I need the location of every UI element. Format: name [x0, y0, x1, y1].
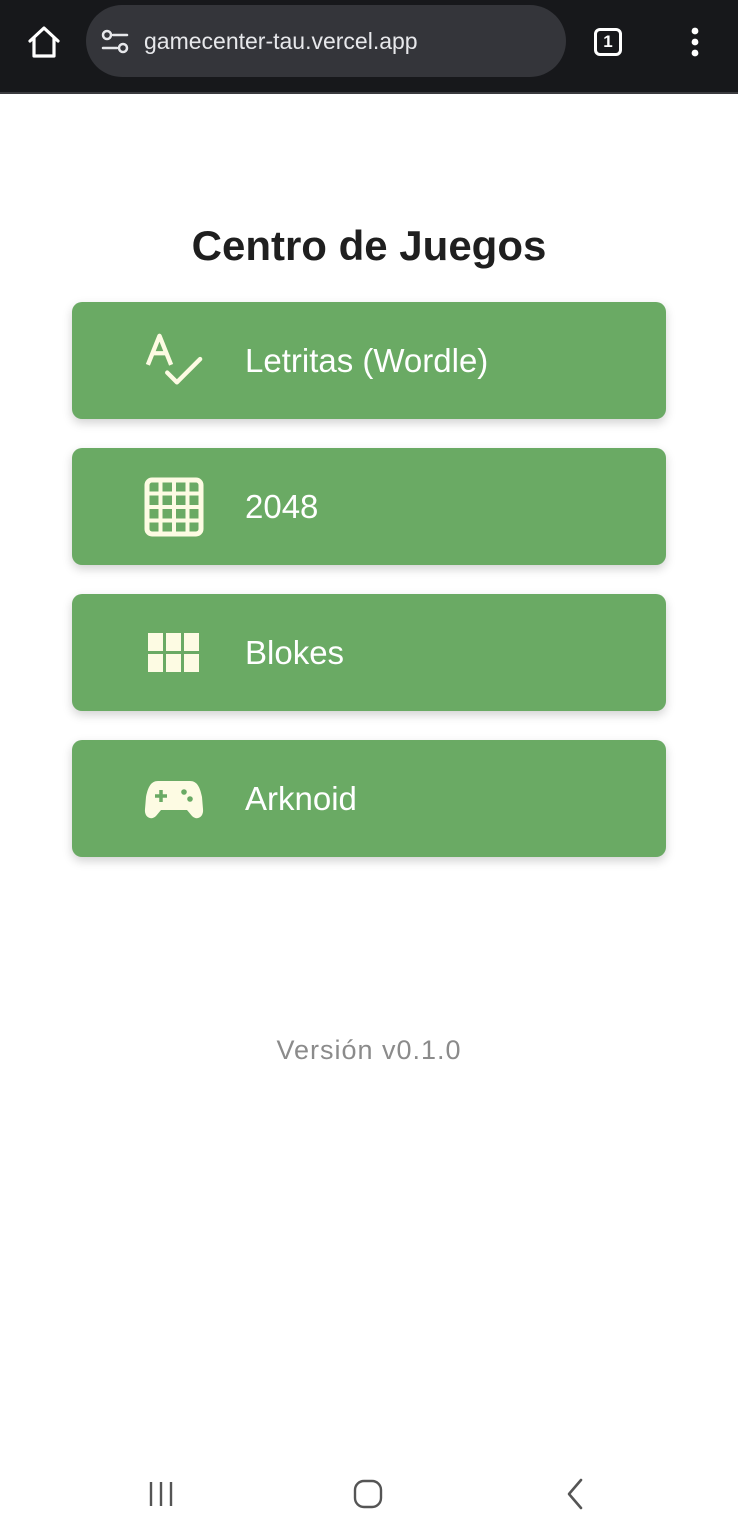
page-title: Centro de Juegos	[191, 222, 547, 269]
back-icon	[567, 1478, 583, 1510]
game-list: Letritas (Wordle) 2048 Blokes Arknoid	[72, 302, 666, 886]
system-back-button[interactable]	[555, 1474, 595, 1514]
spellcheck-icon	[144, 331, 204, 391]
browser-toolbar: gamecenter-tau.vercel.app 1	[0, 0, 738, 94]
game-button-letritas[interactable]: Letritas (Wordle)	[72, 302, 666, 419]
home-icon	[28, 26, 60, 58]
game-button-arknoid[interactable]: Arknoid	[72, 740, 666, 857]
game-label: 2048	[245, 488, 319, 525]
more-vert-icon	[691, 27, 699, 57]
address-bar[interactable]: gamecenter-tau.vercel.app	[86, 5, 566, 77]
game-button-blokes[interactable]: Blokes	[72, 594, 666, 711]
recent-apps-icon	[149, 1482, 173, 1506]
system-nav-bar	[0, 1450, 738, 1536]
version-text: Versión v0.1.0	[276, 1035, 462, 1065]
grid-3x2-icon	[144, 623, 204, 683]
system-home-button[interactable]	[348, 1474, 388, 1514]
game-label: Blokes	[245, 634, 345, 671]
browser-home-button[interactable]	[22, 20, 66, 64]
tune-icon[interactable]	[100, 27, 130, 57]
game-button-2048[interactable]: 2048	[72, 448, 666, 565]
grid-4x4-icon	[144, 477, 204, 537]
tab-switcher-button[interactable]: 1	[590, 24, 626, 60]
game-label: Arknoid	[245, 780, 357, 817]
home-circle-icon	[353, 1479, 383, 1509]
tab-count: 1	[594, 28, 622, 56]
game-label: Letritas (Wordle)	[245, 342, 489, 379]
browser-menu-button[interactable]	[680, 22, 710, 62]
gamepad-icon	[144, 769, 204, 829]
recent-apps-button[interactable]	[141, 1474, 181, 1514]
url-text[interactable]: gamecenter-tau.vercel.app	[144, 5, 418, 77]
